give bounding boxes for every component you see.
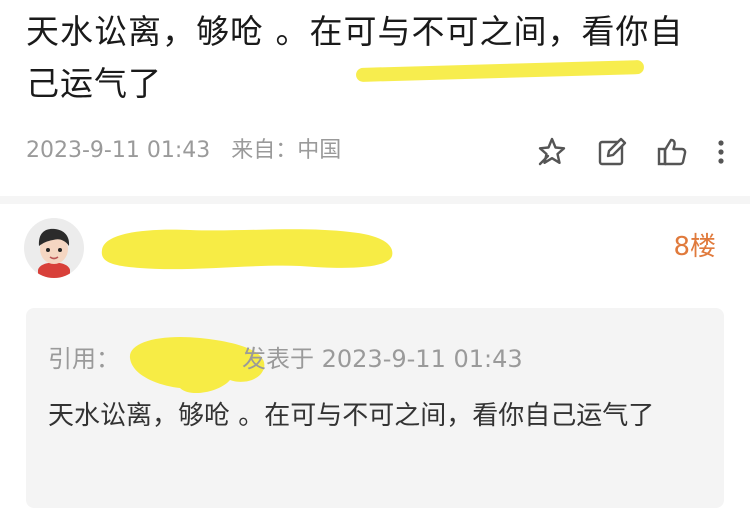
post-meta: 2023-9-11 01:43 来自：中国 [26,136,355,166]
reply-section: 8楼 引用： 发表于 2023-9-11 01:43 天水讼离，够呛 。在可与不可… [0,204,750,508]
quote-box: 引用： 发表于 2023-9-11 01:43 天水讼离，够呛 。在可与不可之间，… [26,308,724,508]
edit-icon[interactable] [594,134,630,170]
more-vertical-icon[interactable] [714,134,728,170]
post-content: 天水讼离，够呛 。在可与不可之间，看你自己运气了 [26,12,684,103]
quote-header: 引用： 发表于 2023-9-11 01:43 [48,342,523,376]
quote-text: 天水讼离，够呛 。在可与不可之间，看你自己运气了 [48,401,655,431]
section-divider [0,196,750,204]
post-section: 天水讼离，够呛 。在可与不可之间，看你自己运气了 2023-9-11 01:43… [0,0,750,195]
thumbs-up-icon[interactable] [654,134,690,170]
star-outline-icon[interactable] [534,134,570,170]
redacted-username [100,222,396,274]
avatar[interactable] [24,218,84,278]
post-source: 来自：中国 [231,138,342,163]
post-date: 2023-9-11 01:43 [26,138,211,163]
floor-number: 8楼 [673,232,716,262]
quote-prefix: 引用： [48,345,120,373]
quote-posted-at: 发表于 2023-9-11 01:43 [242,345,523,373]
post-actions [534,132,728,172]
